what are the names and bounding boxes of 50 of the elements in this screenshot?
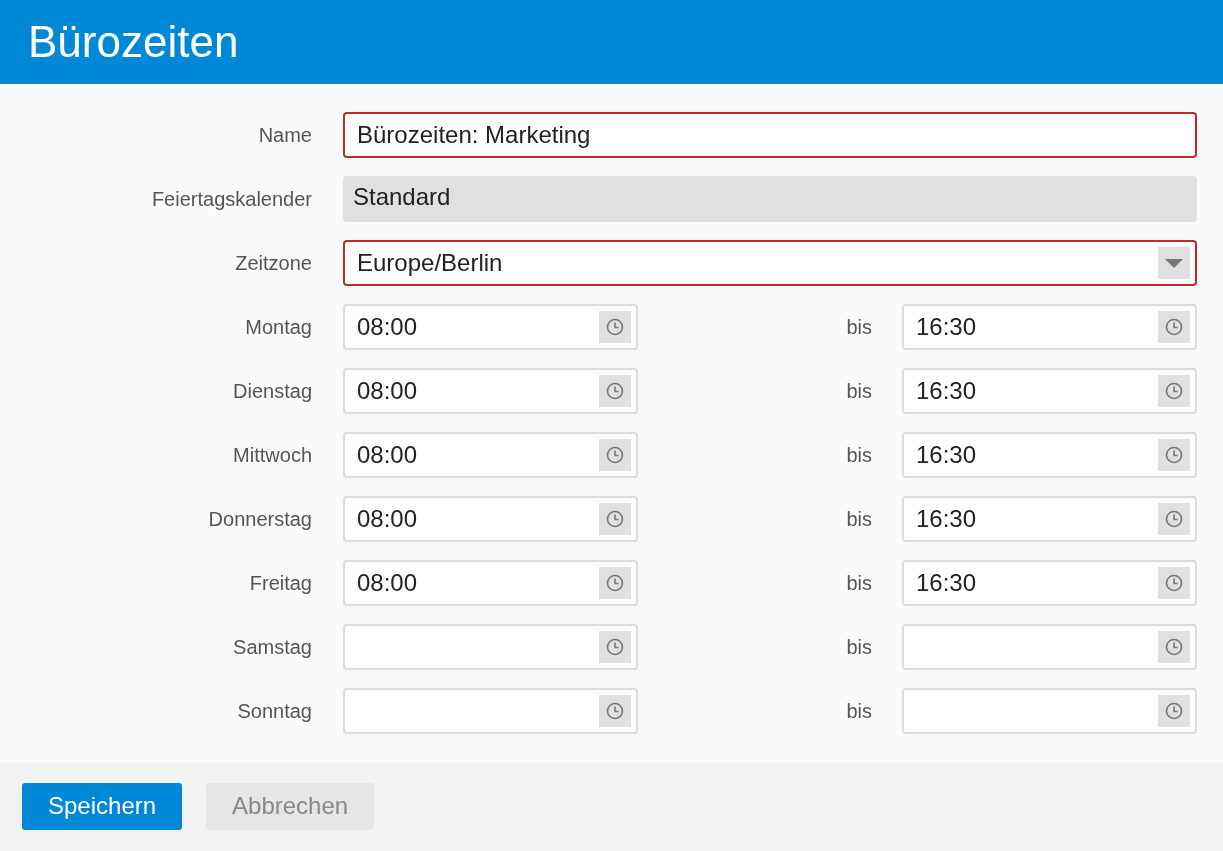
clock-icon[interactable] — [599, 311, 631, 343]
time-input[interactable]: 08:00 — [343, 432, 638, 478]
clock-icon[interactable] — [1158, 311, 1190, 343]
day-label: Donnerstag — [207, 507, 312, 531]
timezone-select[interactable]: Europe/Berlin — [343, 240, 1197, 286]
day-label: Samstag — [232, 635, 312, 659]
range-separator: bis — [845, 699, 873, 723]
time-input[interactable]: 16:30 — [902, 304, 1197, 350]
time-input[interactable]: 16:30 — [902, 560, 1197, 606]
clock-icon[interactable] — [1158, 503, 1190, 535]
clock-icon[interactable] — [599, 631, 631, 663]
page-title: Bürozeiten — [28, 17, 239, 67]
field-label: Zeitzone — [234, 251, 312, 275]
name-input[interactable]: Bürozeiten: Marketing — [343, 112, 1197, 158]
time-input[interactable] — [902, 688, 1197, 734]
time-input[interactable]: 08:00 — [343, 560, 638, 606]
clock-icon[interactable] — [599, 503, 631, 535]
calendar-field: Standard — [343, 176, 1197, 222]
time-input[interactable]: 16:30 — [902, 368, 1197, 414]
clock-icon[interactable] — [1158, 631, 1190, 663]
day-label: Sonntag — [236, 699, 312, 723]
clock-icon[interactable] — [1158, 567, 1190, 599]
time-input[interactable]: 08:00 — [343, 496, 638, 542]
range-separator: bis — [845, 379, 873, 403]
day-label: Montag — [244, 315, 312, 339]
field-label: Feiertagskalender — [150, 187, 312, 211]
time-input[interactable]: 08:00 — [343, 368, 638, 414]
range-separator: bis — [845, 635, 873, 659]
day-label: Freitag — [248, 571, 312, 595]
day-label: Mittwoch — [232, 443, 312, 467]
save-button[interactable]: Speichern — [22, 782, 183, 830]
range-separator: bis — [845, 443, 873, 467]
time-input[interactable] — [902, 624, 1197, 670]
field-label: Name — [257, 123, 312, 147]
clock-icon[interactable] — [599, 695, 631, 727]
range-separator: bis — [845, 571, 873, 595]
clock-icon[interactable] — [599, 375, 631, 407]
time-input[interactable]: 16:30 — [902, 496, 1197, 542]
clock-icon[interactable] — [599, 439, 631, 471]
clock-icon[interactable] — [1158, 439, 1190, 471]
clock-icon[interactable] — [599, 567, 631, 599]
range-separator: bis — [845, 507, 873, 531]
range-separator: bis — [845, 315, 873, 339]
day-label: Dienstag — [232, 379, 312, 403]
time-input[interactable]: 16:30 — [902, 432, 1197, 478]
time-input[interactable] — [343, 624, 638, 670]
clock-icon[interactable] — [1158, 695, 1190, 727]
clock-icon[interactable] — [1158, 375, 1190, 407]
time-input[interactable]: 08:00 — [343, 304, 638, 350]
time-input[interactable] — [343, 688, 638, 734]
